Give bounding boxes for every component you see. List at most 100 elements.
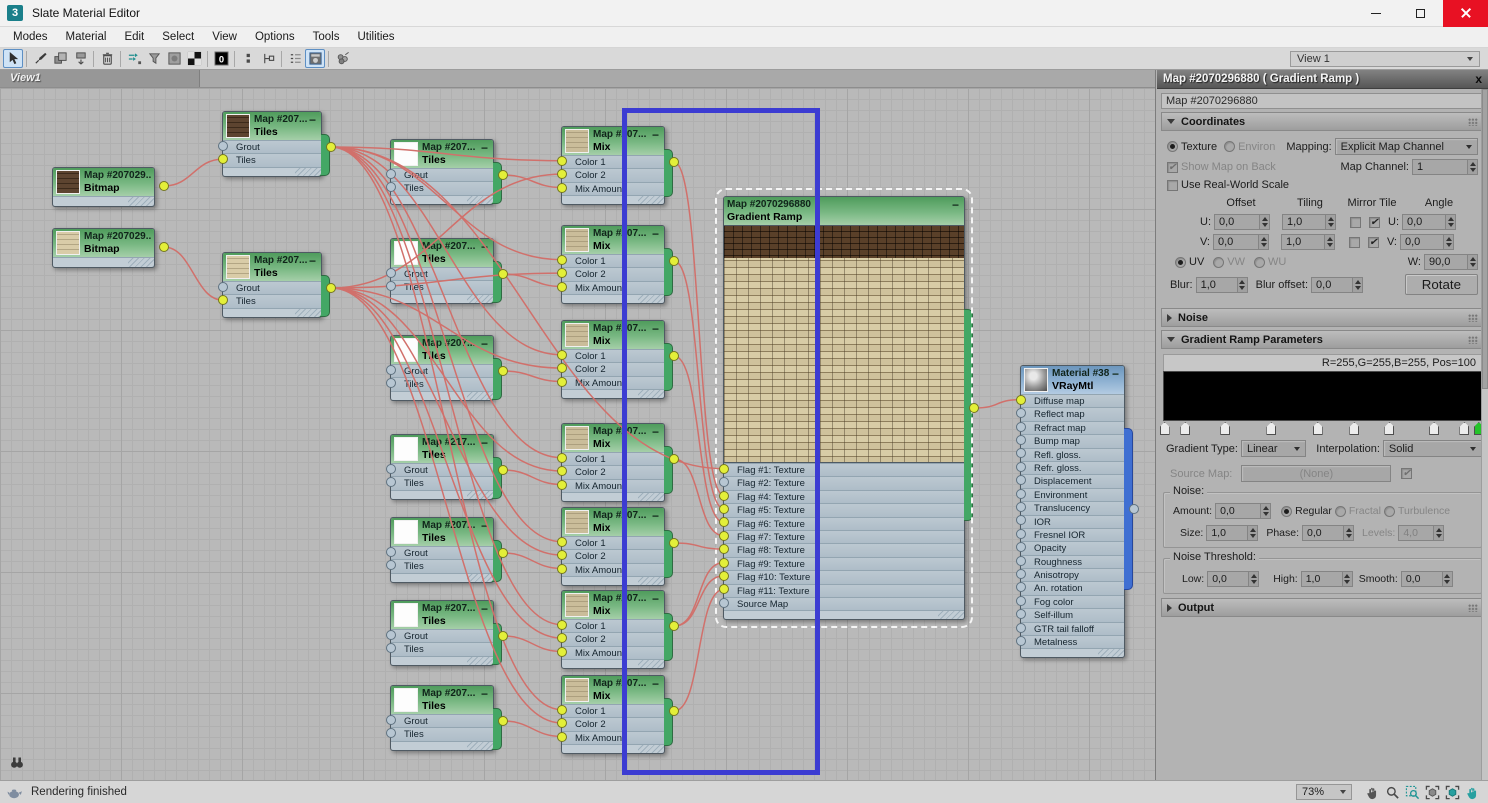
panel-close-button[interactable]: x: [1475, 73, 1482, 85]
u-angle-spinner[interactable]: 0,0: [1402, 214, 1456, 230]
slot-displacement[interactable]: Displacement: [1021, 474, 1124, 487]
node-bitmap1[interactable]: Map #207029...Bitmap: [52, 167, 155, 207]
slot-grout[interactable]: Grout: [391, 267, 493, 280]
node-header[interactable]: Map #207029...Bitmap: [53, 168, 154, 196]
node-header[interactable]: Map #207...Tiles−: [391, 601, 493, 629]
minimize-button[interactable]: [1353, 0, 1398, 27]
node-tc3[interactable]: Map #207...Tiles−GroutTiles: [390, 335, 494, 401]
slot-tiles[interactable]: Tiles: [391, 476, 493, 489]
binoculars-icon[interactable]: [8, 754, 26, 770]
put-material-to-scene-icon[interactable]: [70, 49, 90, 68]
node-tc4[interactable]: Map #217...Tiles−GroutTiles: [390, 434, 494, 500]
node-tc6[interactable]: Map #207...Tiles−GroutTiles: [390, 600, 494, 666]
node-header[interactable]: Map #207...Tiles−: [391, 518, 493, 546]
w-angle-spinner[interactable]: 90,0: [1424, 254, 1478, 270]
show-map-on-back-checkbox[interactable]: [1167, 162, 1178, 173]
panel-scrollbar[interactable]: [1481, 89, 1488, 780]
slot-tiles[interactable]: Tiles: [391, 280, 493, 293]
node-tilesA[interactable]: Map #207...Tiles−GroutTiles: [222, 111, 322, 177]
menu-edit[interactable]: Edit: [115, 29, 153, 45]
node-tc5[interactable]: Map #207...Tiles−GroutTiles: [390, 517, 494, 583]
v-mirror-checkbox[interactable]: [1349, 237, 1360, 248]
source-map-enable-checkbox[interactable]: [1401, 468, 1412, 479]
collapse-icon[interactable]: −: [309, 113, 316, 127]
texture-radio[interactable]: [1167, 141, 1178, 152]
menu-utilities[interactable]: Utilities: [348, 29, 403, 45]
slot-translucency[interactable]: Translucency: [1021, 501, 1124, 514]
slot-grout[interactable]: Grout: [223, 140, 321, 153]
show-background-icon[interactable]: [164, 49, 184, 68]
slot-ior[interactable]: IOR: [1021, 515, 1124, 528]
menu-view[interactable]: View: [203, 29, 246, 45]
slot-tiles[interactable]: Tiles: [391, 727, 493, 740]
node-tc2[interactable]: Map #207...Tiles−GroutTiles: [390, 238, 494, 304]
collapse-icon[interactable]: −: [952, 198, 959, 212]
amount-spinner[interactable]: 0,0: [1215, 503, 1271, 519]
hide-unused-nodeslots-icon[interactable]: [144, 49, 164, 68]
show-checker-background-icon[interactable]: [184, 49, 204, 68]
slot-refract-map[interactable]: Refract map: [1021, 421, 1124, 434]
uv-radio[interactable]: [1175, 257, 1186, 268]
menu-select[interactable]: Select: [153, 29, 203, 45]
gradient-flag[interactable]: [1180, 422, 1190, 435]
zoom-magnifier-icon[interactable]: [1382, 783, 1402, 801]
slot-grout[interactable]: Grout: [223, 281, 321, 294]
node-header[interactable]: Map #207...Tiles−: [223, 253, 321, 281]
phase-spinner[interactable]: 0,0: [1302, 525, 1354, 541]
slot-grout[interactable]: Grout: [391, 463, 493, 476]
node-tc1[interactable]: Map #207...Tiles−GroutTiles: [390, 139, 494, 205]
environ-radio[interactable]: [1224, 141, 1235, 152]
collapse-icon[interactable]: −: [481, 687, 488, 701]
collapse-icon[interactable]: −: [481, 602, 488, 616]
menu-options[interactable]: Options: [246, 29, 304, 45]
node-header[interactable]: Map #207...Tiles−: [391, 239, 493, 267]
turbulence-radio[interactable]: [1384, 506, 1395, 517]
slot-grout[interactable]: Grout: [391, 714, 493, 727]
high-spinner[interactable]: 1,0: [1301, 571, 1353, 587]
rollout-output[interactable]: Output: [1161, 598, 1484, 617]
zoom-to-selection-icon[interactable]: [332, 49, 352, 68]
v-tile-checkbox[interactable]: [1368, 237, 1379, 248]
collapse-icon[interactable]: −: [1112, 367, 1119, 381]
menu-material[interactable]: Material: [57, 29, 116, 45]
menu-modes[interactable]: Modes: [4, 29, 57, 45]
slot-fog-color[interactable]: Fog color: [1021, 595, 1124, 608]
slot-self-illum[interactable]: Self-illum: [1021, 608, 1124, 621]
rotate-button[interactable]: Rotate: [1405, 274, 1478, 295]
vw-radio[interactable]: [1213, 257, 1224, 268]
node-vray[interactable]: Material #38VRayMtl−Diffuse mapReflect m…: [1020, 365, 1125, 658]
size-spinner[interactable]: 1,0: [1206, 525, 1258, 541]
rollout-gradient-ramp-parameters[interactable]: Gradient Ramp Parameters: [1161, 330, 1484, 349]
gradient-flag[interactable]: [1349, 422, 1359, 435]
output-socket[interactable]: [159, 181, 169, 191]
smooth-spinner[interactable]: 0,0: [1401, 571, 1453, 587]
slot-tiles[interactable]: Tiles: [391, 181, 493, 194]
zoom-extents-icon[interactable]: [1422, 783, 1442, 801]
titlebar[interactable]: 3 Slate Material Editor: [0, 0, 1488, 27]
node-header[interactable]: Map #207...Tiles−: [391, 686, 493, 714]
pick-material-icon[interactable]: [30, 49, 50, 68]
collapse-icon[interactable]: −: [309, 254, 316, 268]
active-view-select[interactable]: View 1: [1290, 51, 1480, 67]
node-header[interactable]: Map #207...Tiles−: [391, 140, 493, 168]
collapse-icon[interactable]: −: [481, 240, 488, 254]
node-header[interactable]: Map #217...Tiles−: [391, 435, 493, 463]
use-real-world-scale-checkbox[interactable]: [1167, 180, 1178, 191]
slot-diffuse-map[interactable]: Diffuse map: [1021, 394, 1124, 407]
zoom-region-icon[interactable]: [1402, 783, 1422, 801]
slot-refr-gloss-[interactable]: Refr. gloss.: [1021, 461, 1124, 474]
menu-tools[interactable]: Tools: [304, 29, 349, 45]
slot-gtr-tail-falloff[interactable]: GTR tail falloff: [1021, 622, 1124, 635]
blur-spinner[interactable]: 1,0: [1196, 277, 1248, 293]
node-header[interactable]: Map #207029...Bitmap: [53, 229, 154, 257]
slot-tiles[interactable]: Tiles: [223, 153, 321, 166]
levels-spinner[interactable]: 4,0: [1398, 525, 1444, 541]
gradient-ramp-bar[interactable]: [1163, 371, 1482, 421]
collapse-icon[interactable]: −: [481, 337, 488, 351]
parameter-editor-icon[interactable]: [305, 49, 325, 68]
node-header[interactable]: Map #207...Tiles−: [223, 112, 321, 140]
maximize-button[interactable]: [1398, 0, 1443, 27]
gradient-flag[interactable]: [1384, 422, 1394, 435]
fractal-radio[interactable]: [1335, 506, 1346, 517]
move-children-icon[interactable]: [124, 49, 144, 68]
